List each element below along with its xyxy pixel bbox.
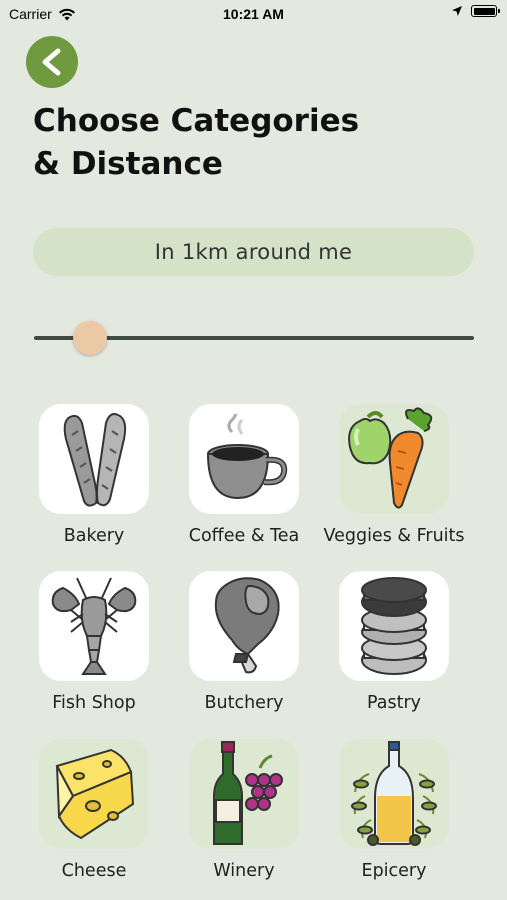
battery-icon bbox=[471, 5, 500, 17]
page-title-line-2: & Distance bbox=[33, 146, 223, 182]
category-fish-shop[interactable]: Fish Shop bbox=[19, 571, 169, 731]
macarons-icon bbox=[361, 577, 427, 675]
category-tile bbox=[339, 404, 449, 514]
category-tile bbox=[339, 739, 449, 849]
olive-oil-icon bbox=[351, 741, 437, 846]
category-bakery[interactable]: Bakery bbox=[19, 404, 169, 564]
back-button[interactable] bbox=[26, 36, 78, 88]
category-tile bbox=[189, 739, 299, 849]
distance-slider-thumb[interactable] bbox=[73, 321, 107, 355]
category-tile bbox=[189, 404, 299, 514]
category-label: Veggies & Fruits bbox=[323, 526, 465, 546]
distance-label: In 1km around me bbox=[33, 228, 474, 276]
page-title-line-1: Choose Categories bbox=[33, 103, 360, 139]
status-time: 10:21 AM bbox=[223, 6, 284, 22]
category-pastry[interactable]: Pastry bbox=[319, 571, 469, 731]
coffee-cup-icon bbox=[206, 414, 288, 500]
category-label: Pastry bbox=[366, 693, 422, 713]
page-title: Choose Categories & Distance bbox=[33, 100, 473, 186]
category-label: Winery bbox=[213, 861, 275, 881]
category-label: Coffee & Tea bbox=[188, 526, 300, 546]
category-winery[interactable]: Winery bbox=[169, 739, 319, 899]
category-tile bbox=[339, 571, 449, 681]
ham-icon bbox=[214, 577, 280, 674]
wine-grapes-icon bbox=[213, 741, 283, 845]
category-label: Cheese bbox=[61, 861, 127, 881]
category-tile bbox=[189, 571, 299, 681]
category-cheese[interactable]: Cheese bbox=[19, 739, 169, 899]
category-epicery[interactable]: Epicery bbox=[319, 739, 469, 899]
category-label: Fish Shop bbox=[52, 693, 136, 713]
bread-icon bbox=[63, 413, 127, 507]
category-tile bbox=[39, 739, 149, 849]
category-butchery[interactable]: Butchery bbox=[169, 571, 319, 731]
apple-carrot-icon bbox=[348, 407, 433, 509]
category-label: Epicery bbox=[361, 861, 427, 881]
category-tile bbox=[39, 571, 149, 681]
lobster-icon bbox=[51, 577, 137, 675]
category-tile bbox=[39, 404, 149, 514]
category-veggies-fruits[interactable]: Veggies & Fruits bbox=[319, 404, 469, 564]
status-bar: Carrier 10:21 AM bbox=[0, 0, 507, 28]
category-label: Bakery bbox=[63, 526, 125, 546]
category-label: Butchery bbox=[204, 693, 284, 713]
status-right bbox=[451, 5, 500, 17]
location-arrow-icon bbox=[452, 6, 462, 16]
chevron-left-icon bbox=[42, 48, 61, 76]
category-coffee-tea[interactable]: Coffee & Tea bbox=[169, 404, 319, 564]
cheese-icon bbox=[55, 748, 135, 840]
